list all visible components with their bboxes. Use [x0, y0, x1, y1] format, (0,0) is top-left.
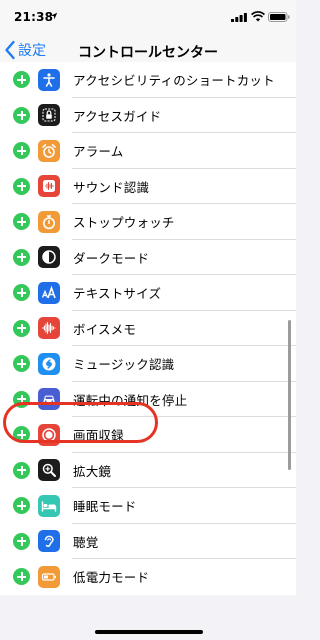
- add-button[interactable]: [13, 355, 30, 373]
- list-item[interactable]: 聴覚: [0, 524, 296, 560]
- ear-icon: [38, 530, 60, 553]
- location-arrow-icon: [50, 12, 58, 20]
- item-label: アラーム: [73, 144, 124, 160]
- item-label: アクセスガイド: [73, 108, 162, 124]
- item-label: テキストサイズ: [73, 286, 162, 302]
- waveform-icon: [38, 175, 60, 198]
- add-button[interactable]: [13, 248, 30, 266]
- home-indicator[interactable]: [95, 630, 203, 634]
- accessibility-icon: [38, 68, 60, 91]
- add-button[interactable]: [13, 142, 30, 160]
- status-time: 21:38: [14, 10, 54, 24]
- screen-record-icon: [38, 423, 60, 446]
- status-bar: 21:38: [0, 0, 296, 34]
- item-label: 聴覚: [73, 534, 99, 550]
- item-label: サウンド認識: [73, 179, 150, 195]
- item-label: ストップウォッチ: [73, 215, 175, 231]
- magnifier-icon: [38, 459, 60, 482]
- add-button[interactable]: [13, 284, 30, 302]
- list-item[interactable]: 画面収録: [0, 417, 296, 453]
- add-button[interactable]: [13, 532, 30, 550]
- list-item[interactable]: アクセシビリティのショートカット: [0, 62, 296, 98]
- item-label: アクセシビリティのショートカット: [73, 73, 275, 89]
- list-item[interactable]: ミュージック認識: [0, 346, 296, 382]
- add-button[interactable]: [13, 213, 30, 231]
- add-button[interactable]: [13, 106, 30, 124]
- list-item[interactable]: 拡大鏡: [0, 453, 296, 489]
- item-label: ミュージック認識: [73, 357, 175, 373]
- list-item[interactable]: サウンド認識: [0, 169, 296, 205]
- list-item[interactable]: テキストサイズ: [0, 275, 296, 311]
- cellular-signal-icon: [231, 13, 247, 22]
- list-item[interactable]: 睡眠モード: [0, 488, 296, 524]
- shazam-icon: [38, 352, 60, 375]
- list-item[interactable]: ストップウォッチ: [0, 204, 296, 240]
- add-button[interactable]: [13, 390, 30, 408]
- list-item[interactable]: アクセスガイド: [0, 98, 296, 134]
- stopwatch-icon: [38, 210, 60, 233]
- list-item[interactable]: 運転中の通知を停止: [0, 382, 296, 418]
- car-icon: [38, 388, 60, 411]
- text-size-icon: [38, 281, 60, 304]
- scroll-indicator[interactable]: [288, 320, 291, 470]
- item-label: ボイスメモ: [73, 321, 137, 337]
- add-button[interactable]: [13, 71, 30, 89]
- alarm-clock-icon: [38, 139, 60, 162]
- bed-icon: [38, 494, 60, 517]
- dark-mode-icon: [38, 246, 60, 269]
- battery-icon: [268, 12, 290, 22]
- add-button[interactable]: [13, 426, 30, 444]
- voice-memo-icon: [38, 317, 60, 340]
- list-item[interactable]: ボイスメモ: [0, 311, 296, 347]
- list-item[interactable]: 低電力モード: [0, 559, 296, 595]
- more-controls-list: アクセシビリティのショートカット アクセスガイド アラーム サウンド認識 ストッ…: [0, 62, 296, 595]
- add-button[interactable]: [13, 497, 30, 515]
- add-button[interactable]: [13, 568, 30, 586]
- add-button[interactable]: [13, 461, 30, 479]
- item-label: ダークモード: [73, 250, 150, 266]
- add-button[interactable]: [13, 319, 30, 337]
- item-label: 睡眠モード: [73, 499, 137, 515]
- lock-icon: [38, 104, 60, 127]
- battery-low-icon: [38, 565, 60, 588]
- page-title: コントロールセンター: [78, 45, 218, 61]
- wifi-icon: [251, 11, 265, 22]
- item-label: 運転中の通知を停止: [73, 392, 188, 408]
- list-item[interactable]: アラーム: [0, 133, 296, 169]
- item-label: 画面収録: [73, 428, 124, 444]
- add-button[interactable]: [13, 177, 30, 195]
- item-label: 拡大鏡: [73, 463, 112, 479]
- item-label: 低電力モード: [73, 570, 150, 586]
- list-item[interactable]: ダークモード: [0, 240, 296, 276]
